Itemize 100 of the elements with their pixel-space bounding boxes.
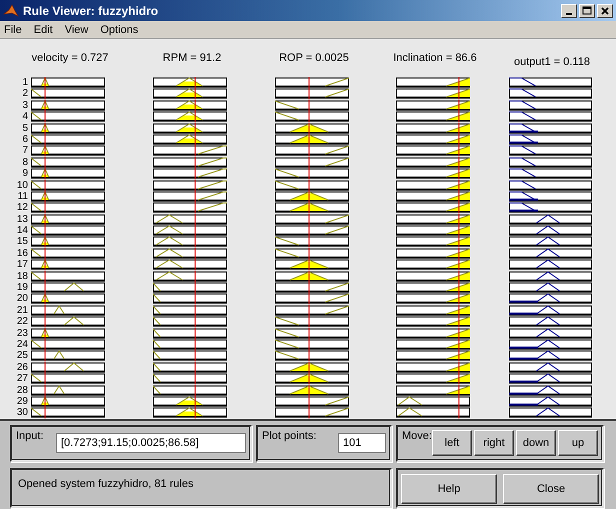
membership-plot[interactable]	[509, 407, 592, 419]
membership-plot[interactable]	[396, 180, 470, 191]
membership-plot[interactable]	[31, 350, 105, 362]
membership-plot[interactable]	[153, 362, 227, 374]
membership-plot[interactable]	[509, 134, 592, 146]
membership-plot[interactable]	[31, 236, 105, 248]
membership-plot[interactable]	[153, 122, 227, 134]
membership-plot[interactable]	[509, 122, 592, 134]
membership-plot[interactable]	[396, 156, 470, 168]
membership-plot[interactable]	[275, 100, 349, 112]
membership-plot[interactable]	[31, 282, 105, 294]
membership-plot[interactable]	[153, 156, 227, 168]
membership-plot[interactable]	[153, 407, 227, 419]
membership-plot[interactable]	[153, 259, 227, 271]
membership-plot[interactable]	[275, 270, 349, 282]
membership-plot[interactable]	[509, 156, 592, 168]
membership-plot[interactable]	[31, 407, 105, 419]
membership-plot[interactable]	[509, 328, 592, 339]
membership-plot[interactable]	[153, 77, 227, 88]
membership-plot[interactable]	[509, 168, 592, 180]
membership-plot[interactable]	[509, 384, 592, 396]
membership-plot[interactable]	[275, 180, 349, 191]
membership-plot[interactable]	[509, 88, 592, 100]
membership-plot[interactable]	[275, 111, 349, 123]
membership-plot[interactable]	[275, 407, 349, 419]
membership-plot[interactable]	[153, 180, 227, 191]
membership-plot[interactable]	[153, 338, 227, 350]
membership-plot[interactable]	[153, 190, 227, 202]
menu-item[interactable]: View	[64, 24, 88, 36]
membership-plot[interactable]	[275, 202, 349, 214]
membership-plot[interactable]	[396, 202, 470, 214]
membership-plot[interactable]	[396, 328, 470, 339]
membership-plot[interactable]	[31, 88, 105, 100]
membership-plot[interactable]	[31, 248, 105, 260]
membership-plot[interactable]	[509, 100, 592, 112]
membership-plot[interactable]	[509, 214, 592, 226]
membership-plot[interactable]	[396, 293, 470, 305]
membership-plot[interactable]	[396, 214, 470, 226]
membership-plot[interactable]	[31, 328, 105, 339]
membership-plot[interactable]	[396, 248, 470, 260]
membership-plot[interactable]	[31, 338, 105, 350]
close-button[interactable]	[597, 4, 613, 18]
membership-plot[interactable]	[275, 384, 349, 396]
membership-plot[interactable]	[275, 396, 349, 408]
membership-plot[interactable]	[396, 88, 470, 100]
menu-item[interactable]: Edit	[34, 24, 53, 36]
membership-plot[interactable]	[396, 316, 470, 328]
membership-plot[interactable]	[153, 236, 227, 248]
membership-plot[interactable]	[509, 259, 592, 271]
membership-plot[interactable]	[275, 122, 349, 134]
membership-plot[interactable]	[509, 190, 592, 202]
membership-plot[interactable]	[396, 384, 470, 396]
membership-plot[interactable]	[31, 396, 105, 408]
membership-plot[interactable]	[153, 111, 227, 123]
membership-plot[interactable]	[396, 304, 470, 316]
maximize-button[interactable]	[579, 4, 595, 18]
membership-plot[interactable]	[275, 259, 349, 271]
dialog-button[interactable]: Close	[503, 474, 599, 504]
minimize-button[interactable]	[561, 4, 577, 18]
membership-plot[interactable]	[31, 180, 105, 191]
membership-plot[interactable]	[275, 373, 349, 385]
membership-plot[interactable]	[396, 145, 470, 157]
membership-plot[interactable]	[31, 134, 105, 146]
membership-plot[interactable]	[153, 100, 227, 112]
membership-plot[interactable]	[396, 362, 470, 374]
membership-plot[interactable]	[509, 396, 592, 408]
membership-plot[interactable]	[509, 316, 592, 328]
membership-plot[interactable]	[153, 248, 227, 260]
membership-plot[interactable]	[396, 396, 470, 408]
membership-plot[interactable]	[31, 202, 105, 214]
membership-plot[interactable]	[396, 122, 470, 134]
membership-plot[interactable]	[31, 168, 105, 180]
membership-plot[interactable]	[275, 190, 349, 202]
membership-plot[interactable]	[153, 350, 227, 362]
membership-plot[interactable]	[153, 396, 227, 408]
dialog-button[interactable]: Help	[401, 474, 497, 504]
membership-plot[interactable]	[153, 316, 227, 328]
membership-plot[interactable]	[509, 225, 592, 236]
move-button[interactable]: down	[516, 430, 556, 456]
membership-plot[interactable]	[153, 270, 227, 282]
membership-plot[interactable]	[275, 214, 349, 226]
membership-plot[interactable]	[509, 111, 592, 123]
membership-plot[interactable]	[509, 293, 592, 305]
membership-plot[interactable]	[275, 316, 349, 328]
membership-plot[interactable]	[396, 190, 470, 202]
membership-plot[interactable]	[153, 293, 227, 305]
menu-item[interactable]: Options	[100, 24, 138, 36]
membership-plot[interactable]	[396, 338, 470, 350]
membership-plot[interactable]	[509, 180, 592, 191]
membership-plot[interactable]	[509, 350, 592, 362]
membership-plot[interactable]	[396, 225, 470, 236]
membership-plot[interactable]	[31, 214, 105, 226]
plot-points-field[interactable]: 101	[338, 433, 386, 453]
membership-plot[interactable]	[275, 77, 349, 88]
membership-plot[interactable]	[31, 316, 105, 328]
membership-plot[interactable]	[509, 304, 592, 316]
membership-plot[interactable]	[275, 350, 349, 362]
membership-plot[interactable]	[275, 248, 349, 260]
membership-plot[interactable]	[509, 236, 592, 248]
membership-plot[interactable]	[31, 293, 105, 305]
